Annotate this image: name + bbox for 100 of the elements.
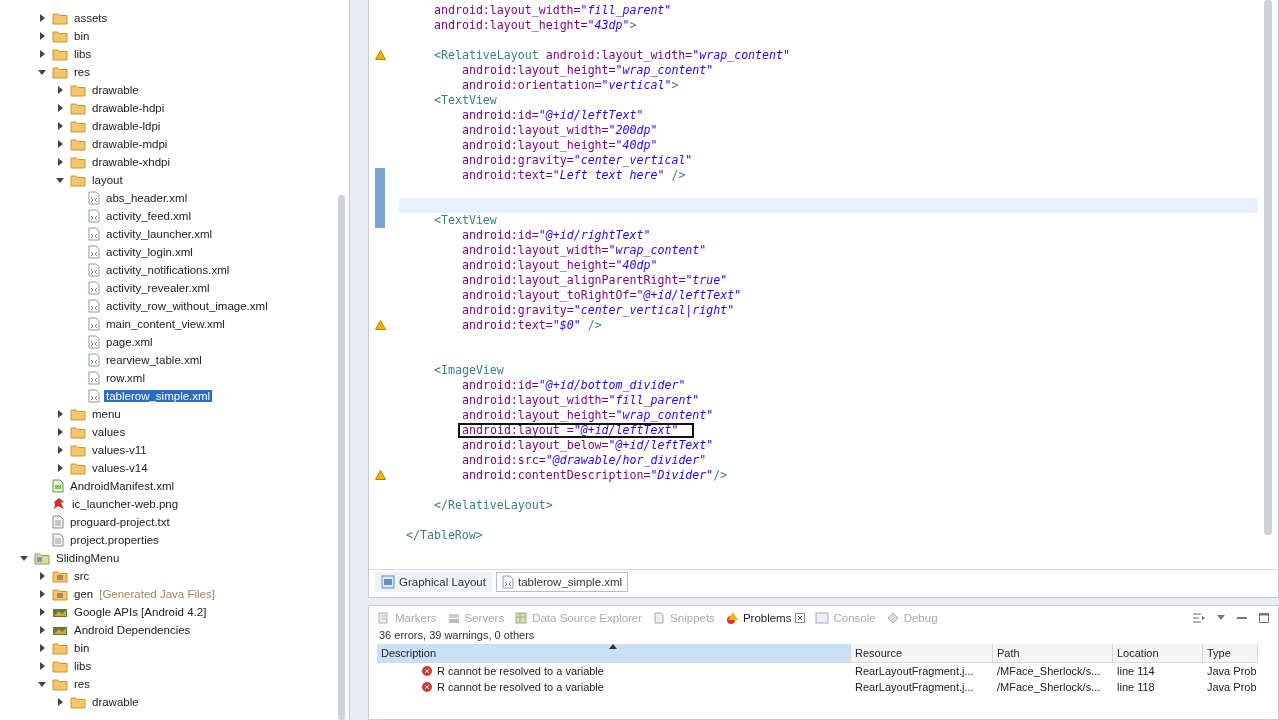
tree-item[interactable]: drawable xyxy=(90,696,141,708)
folder-icon xyxy=(70,119,86,133)
snippets-icon xyxy=(652,611,667,625)
tree-item[interactable]: activity_notifications.xml xyxy=(104,264,232,276)
tree-item[interactable]: main_content_view.xml xyxy=(104,318,227,330)
tree-item[interactable]: activity_launcher.xml xyxy=(104,228,215,240)
tree-item[interactable]: libs xyxy=(72,48,94,60)
servers-icon xyxy=(446,611,461,625)
maximize-icon[interactable] xyxy=(1258,612,1270,624)
folder-icon xyxy=(70,461,86,475)
tree-item[interactable]: values xyxy=(90,426,128,438)
tree-item[interactable]: activity_row_without_image.xml xyxy=(104,300,270,312)
code-line: android:layout_height="40dp" xyxy=(462,138,658,153)
xml-file-icon xyxy=(88,335,100,349)
minimize-icon[interactable] xyxy=(1236,614,1248,622)
column-header[interactable]: Description xyxy=(377,644,851,663)
code-line: <TextView xyxy=(434,213,497,228)
table-cell: line 114 xyxy=(1117,665,1155,677)
folder-icon xyxy=(70,137,86,151)
tree-item[interactable]: bin xyxy=(72,642,92,654)
tree-item[interactable]: ic_launcher-web.png xyxy=(70,498,181,510)
column-header[interactable]: Path xyxy=(993,644,1113,663)
view-tab[interactable]: Problems xyxy=(724,611,806,625)
package-folder-icon xyxy=(52,569,68,583)
code-line: android:contentDescription="Divider"/> xyxy=(462,468,728,483)
tree-item[interactable]: rearview_table.xml xyxy=(104,354,204,366)
tree-item[interactable]: values-v14 xyxy=(90,462,150,474)
folder-icon xyxy=(70,101,86,115)
folder-icon xyxy=(52,65,68,79)
xml-file-icon xyxy=(88,317,100,331)
tree-item[interactable]: drawable-mdpi xyxy=(90,138,170,150)
code-line: android:layout_height="43dp"> xyxy=(434,18,637,33)
tree-item[interactable]: assets xyxy=(72,12,110,24)
text-file-icon xyxy=(52,515,64,529)
code-line: android:layout_width="fill_parent" xyxy=(434,3,672,18)
tree-item[interactable]: libs xyxy=(72,660,94,672)
tree-item[interactable]: drawable-hdpi xyxy=(90,102,167,114)
folder-icon xyxy=(70,443,86,457)
tree-item[interactable]: values-v11 xyxy=(90,444,149,456)
tree-item[interactable]: Google APIs [Android 4.2] xyxy=(72,606,209,618)
tree-item-decoration: [Generated Java Files] xyxy=(99,588,215,600)
tree-item[interactable]: tablerow_simple.xml xyxy=(104,390,213,402)
tree-item[interactable]: AndroidManifest.xml xyxy=(68,480,177,492)
tree-item[interactable]: SlidingMenu xyxy=(54,552,122,564)
table-cell: RearLayoutFragment.j... xyxy=(855,665,974,677)
code-line: android:layout_below="@+id/leftText" xyxy=(462,438,714,453)
code-line: android:layout_width="200dp" xyxy=(462,123,658,138)
tree-item[interactable]: layout xyxy=(90,174,125,186)
sort-caret-icon xyxy=(609,644,617,649)
column-header[interactable]: Location xyxy=(1113,644,1203,663)
table-cell: R cannot be resolved to a variable xyxy=(437,681,604,693)
tree-item[interactable]: activity_login.xml xyxy=(104,246,195,258)
tree-item[interactable]: bin xyxy=(72,30,92,42)
editor-tab[interactable]: Graphical Layout xyxy=(375,572,492,592)
tree-item[interactable]: activity_feed.xml xyxy=(104,210,193,222)
close-icon[interactable] xyxy=(795,613,806,623)
scrollbar-thumb[interactable] xyxy=(338,195,345,720)
tree-item[interactable]: drawable xyxy=(90,84,141,96)
xml-file-icon xyxy=(88,191,100,205)
table-cell: RearLayoutFragment.j... xyxy=(855,681,974,693)
folder-icon xyxy=(52,677,68,691)
view-menu-icon[interactable] xyxy=(1216,614,1226,622)
tree-item[interactable]: gen xyxy=(72,588,96,600)
tree-item[interactable]: res xyxy=(72,678,92,690)
tree-item[interactable]: page.xml xyxy=(104,336,155,348)
code-line: android:layout_width="wrap_content" xyxy=(462,243,707,258)
table-cell: Java Prob xyxy=(1207,681,1257,693)
text-file-icon xyxy=(52,533,64,547)
editor-tab[interactable]: tablerow_simple.xml xyxy=(495,572,629,592)
tree-item[interactable]: menu xyxy=(90,408,123,420)
code-line: <RelativeLayout android:layout_width="wrap_content" xyxy=(434,48,790,63)
code-line: android:gravity="center_vertical" xyxy=(462,153,693,168)
filter-icon[interactable] xyxy=(1192,612,1206,624)
tree-item[interactable]: project.properties xyxy=(68,534,161,546)
tree-item[interactable]: row.xml xyxy=(104,372,147,384)
code-line: android:text="$0" /> xyxy=(462,318,602,333)
xml-file-icon xyxy=(88,299,100,313)
debug-icon xyxy=(885,611,900,625)
layout-icon xyxy=(381,575,395,589)
folder-icon xyxy=(70,83,86,97)
tree-item[interactable]: activity_revealer.xml xyxy=(104,282,212,294)
code-line: <ImageView xyxy=(434,363,504,378)
tree-item[interactable]: res xyxy=(72,66,92,78)
tree-item[interactable]: proguard-project.txt xyxy=(68,516,172,528)
scrollbar-thumb[interactable] xyxy=(1264,0,1272,535)
folder-icon xyxy=(52,659,68,673)
folder-icon xyxy=(70,695,86,709)
tree-item[interactable]: Android Dependencies xyxy=(72,624,193,636)
tree-item[interactable]: abs_header.xml xyxy=(104,192,190,204)
tree-item[interactable]: drawable-ldpi xyxy=(90,120,163,132)
code-line: android:src="@drawable/hor_divider" xyxy=(462,453,707,468)
tree-item[interactable]: src xyxy=(72,570,92,582)
folder-icon xyxy=(52,11,68,25)
code-line: android:layout_alignParentRight="true" xyxy=(462,273,728,288)
code-line: </RelativeLayout> xyxy=(434,498,553,513)
code-line: android:id="@+id/rightText" xyxy=(462,228,651,243)
tree-item[interactable]: drawable-xhdpi xyxy=(90,156,172,168)
column-header[interactable]: Resource xyxy=(851,644,993,663)
column-header[interactable]: Type xyxy=(1203,644,1258,663)
project-icon xyxy=(34,551,50,565)
